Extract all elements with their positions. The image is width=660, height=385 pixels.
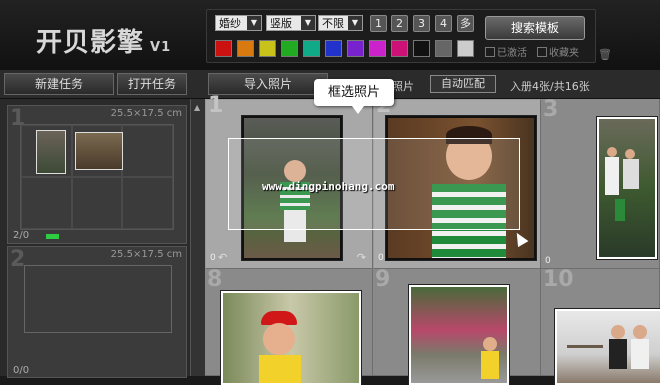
rotate-right-icon[interactable]: ↷	[357, 250, 366, 266]
template-filter-panel: 婚纱 ▼ 竖版 ▼ 不限 ▼ 1 2 3 4 多 搜索模板 已激活 收藏夹 🗑	[206, 9, 612, 63]
app-version: V1	[150, 40, 172, 55]
limit-select[interactable]: 不限 ▼	[318, 15, 363, 31]
color-swatch-purple[interactable]	[347, 40, 364, 57]
watermark-text: www.dingpinohang.com	[262, 180, 395, 193]
photo-number: 1	[208, 93, 224, 118]
photo-number: 3	[543, 97, 559, 122]
app-logo: 开贝影擎 V1	[36, 22, 171, 59]
task-ratio: 0/0	[13, 365, 30, 376]
photo-subject	[259, 355, 301, 383]
color-swatch-teal[interactable]	[303, 40, 320, 57]
category-select[interactable]: 婚纱 ▼	[215, 15, 262, 31]
photo-image	[555, 309, 660, 385]
task-size: 25.5×17.5 cm	[110, 249, 182, 260]
chevron-down-icon: ▼	[301, 16, 315, 30]
layout-cell	[21, 177, 72, 229]
task-size: 25.5×17.5 cm	[110, 108, 182, 119]
task-list-panel: 1 25.5×17.5 cm 2/0 2 25.5×17.5 cm 0/0	[0, 99, 190, 378]
photo-number: 9	[375, 267, 391, 292]
photo-count-1-button[interactable]: 1	[370, 15, 387, 32]
photo-number: 10	[543, 267, 574, 292]
orientation-select[interactable]: 竖版 ▼	[266, 15, 316, 31]
auto-match-button[interactable]: 自动匹配	[430, 75, 496, 93]
color-swatch-green[interactable]	[281, 40, 298, 57]
photo-tile[interactable]: 10	[541, 267, 660, 385]
color-swatch-gray[interactable]	[435, 40, 452, 57]
photo-subject	[609, 339, 627, 369]
orientation-select-value: 竖版	[270, 17, 292, 30]
photo-count-3-button[interactable]: 3	[413, 15, 430, 32]
photo-subject	[633, 325, 647, 339]
scroll-up-icon[interactable]: ▲	[194, 103, 200, 112]
status-indicator	[46, 234, 59, 239]
task-layout-grid	[24, 265, 172, 333]
use-count: 0	[210, 253, 216, 263]
photo-subject	[631, 339, 649, 369]
select-photos-tooltip: 框选照片	[314, 79, 394, 114]
use-count: 0	[378, 253, 384, 263]
photo-count-4-button[interactable]: 4	[435, 15, 452, 32]
select-photos-label: 照片	[392, 80, 414, 93]
chevron-down-icon: ▼	[348, 16, 362, 30]
layout-cell	[71, 125, 123, 177]
photo-image	[221, 291, 361, 385]
photo-number: 8	[207, 267, 223, 292]
panel-scrollbar[interactable]: ▲	[190, 99, 205, 376]
color-swatch-black[interactable]	[413, 40, 430, 57]
color-swatch-orange[interactable]	[237, 40, 254, 57]
photo-subject	[567, 345, 603, 370]
color-swatch-yellow[interactable]	[259, 40, 276, 57]
photo-tile[interactable]: 3 0	[541, 97, 660, 269]
photo-subject	[263, 323, 295, 355]
layout-cell	[71, 177, 123, 229]
rotate-left-icon[interactable]: ↶	[218, 250, 227, 266]
color-swatch-blue[interactable]	[325, 40, 342, 57]
use-count: 0	[545, 256, 551, 266]
task-layout-grid	[20, 124, 174, 230]
top-bar: 开贝影擎 V1 婚纱 ▼ 竖版 ▼ 不限 ▼ 1 2 3 4 多 搜索模板 已激活 收藏…	[0, 0, 660, 70]
photo-subject	[605, 157, 619, 195]
checkbox-icon	[537, 47, 547, 57]
activated-checkbox[interactable]: 已激活	[485, 44, 527, 59]
color-swatch-magenta[interactable]	[369, 40, 386, 57]
photo-image	[597, 117, 657, 259]
task-card[interactable]: 2 25.5×17.5 cm 0/0	[7, 246, 187, 378]
task-ratio: 2/0	[13, 230, 30, 241]
color-swatch-white[interactable]	[457, 40, 474, 57]
new-task-button[interactable]: 新建任务	[4, 73, 114, 95]
trash-icon[interactable]: 🗑	[598, 48, 612, 61]
color-swatch-pink[interactable]	[391, 40, 408, 57]
layout-cell	[122, 125, 173, 177]
import-photos-button[interactable]: 导入照片	[208, 73, 328, 95]
photo-subject	[615, 199, 625, 221]
open-task-button[interactable]: 打开任务	[117, 73, 187, 95]
photo-subject	[481, 351, 499, 379]
activated-label: 已激活	[497, 48, 527, 59]
category-select-value: 婚纱	[219, 17, 241, 30]
layout-cell	[122, 177, 173, 229]
photo-tile[interactable]: 8	[205, 267, 373, 385]
thumbnail-image	[36, 130, 66, 174]
photo-image	[409, 285, 509, 385]
favorites-checkbox[interactable]: 收藏夹	[537, 44, 579, 59]
photo-count-status: 入册4张/共16张	[510, 80, 590, 93]
photo-tile[interactable]: 9	[373, 267, 541, 385]
checkbox-icon	[485, 47, 495, 57]
photo-subject	[623, 159, 639, 189]
task-card[interactable]: 1 25.5×17.5 cm 2/0	[7, 105, 187, 244]
photo-subject	[607, 147, 617, 157]
favorites-label: 收藏夹	[549, 48, 579, 59]
photo-subject	[483, 337, 497, 351]
color-swatch-red[interactable]	[215, 40, 232, 57]
chevron-down-icon: ▼	[247, 16, 261, 30]
photo-count-2-button[interactable]: 2	[391, 15, 408, 32]
photo-subject	[611, 325, 625, 339]
limit-select-value: 不限	[322, 17, 344, 30]
app-title: 开贝影擎	[36, 28, 145, 58]
photo-count-many-button[interactable]: 多	[457, 15, 474, 32]
photo-subject	[625, 149, 635, 159]
search-templates-button[interactable]: 搜索模板	[485, 16, 585, 40]
layout-cell	[21, 125, 72, 177]
thumbnail-image	[74, 132, 123, 170]
